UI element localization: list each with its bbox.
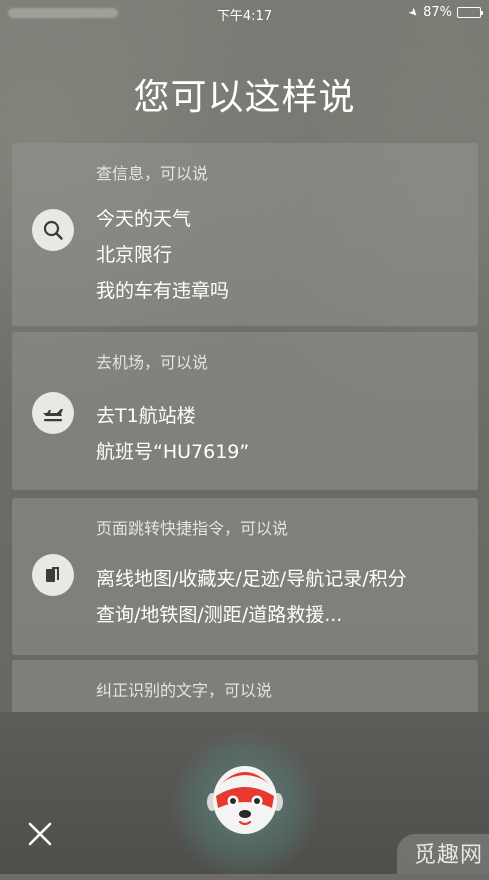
suggestion-card-info: 查信息，可以说 今天的天气 北京限行 我的车有违章吗 xyxy=(12,143,478,326)
example-phrase[interactable]: 航班号“HU7619” xyxy=(96,434,466,470)
card-header: 查信息，可以说 xyxy=(96,164,209,183)
example-phrase[interactable]: 去T1航站楼 xyxy=(96,398,466,434)
card-header: 去机场，可以说 xyxy=(96,353,209,372)
battery-icon xyxy=(457,7,483,18)
battery-percent: 87% xyxy=(423,5,452,20)
suggestion-card-shortcuts: 页面跳转快捷指令，可以说 离线地图/收藏夹/足迹/导航记录/积分 查询/地铁图/… xyxy=(12,498,478,655)
search-icon xyxy=(32,209,74,251)
pages-icon xyxy=(32,554,74,596)
card-examples: 去T1航站楼 航班号“HU7619” xyxy=(96,398,466,470)
status-right: ➤ 87% xyxy=(405,4,483,21)
watermark-text: 觅趣网 xyxy=(413,843,483,868)
status-bar: 下午4:17 ➤ 87% xyxy=(0,0,489,26)
close-icon[interactable] xyxy=(24,818,56,850)
card-header: 页面跳转快捷指令，可以说 xyxy=(96,519,289,538)
example-phrase[interactable]: 查询/地铁图/测距/道路救援... xyxy=(96,597,466,633)
example-phrase[interactable]: 我的车有违章吗 xyxy=(96,273,466,309)
voice-panel: 觅趣网 xyxy=(0,712,489,880)
card-examples: 离线地图/收藏夹/足迹/导航记录/积分 查询/地铁图/测距/道路救援... xyxy=(96,561,466,633)
voice-assistant-mascot-icon[interactable] xyxy=(202,756,288,842)
watermark-logo: 觅趣网 xyxy=(397,834,489,874)
example-phrase[interactable]: 北京限行 xyxy=(96,237,466,273)
location-arrow-icon: ➤ xyxy=(405,4,422,21)
example-phrase[interactable]: 离线地图/收藏夹/足迹/导航记录/积分 xyxy=(96,561,466,597)
card-header: 纠正识别的文字，可以说 xyxy=(96,681,273,700)
airplane-icon xyxy=(32,392,74,434)
card-examples: 今天的天气 北京限行 我的车有违章吗 xyxy=(96,201,466,309)
page-title: 您可以这样说 xyxy=(133,77,356,118)
example-phrase[interactable]: 今天的天气 xyxy=(96,201,466,237)
suggestion-card-airport: 去机场，可以说 去T1航站楼 航班号“HU7619” xyxy=(12,332,478,490)
